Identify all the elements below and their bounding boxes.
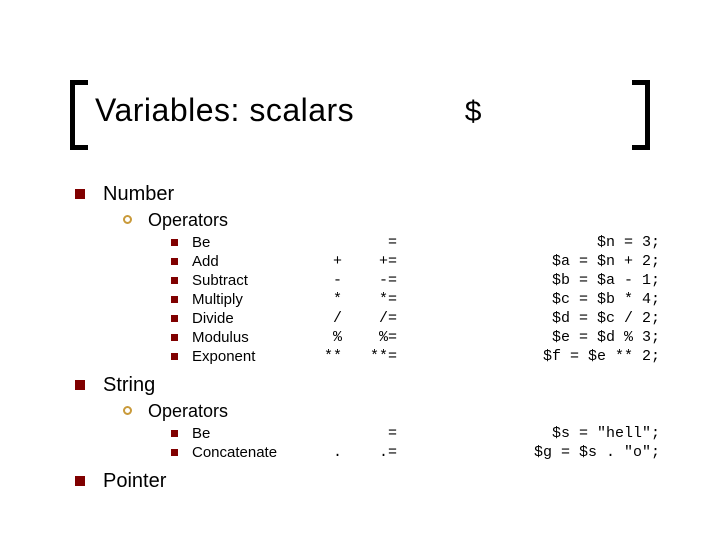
op-symbol: % [302,328,352,347]
bullet-square-icon [75,189,85,199]
section-pointer: Pointer [75,470,680,493]
op-symbol: + [302,252,352,271]
bracket-right [632,80,650,150]
section-label: Pointer [103,470,166,493]
bullet-square-small-icon [171,315,178,322]
bracket-left [70,80,88,150]
title-symbol: $ [464,97,482,131]
subsection-label: Operators [148,401,228,422]
op-symbol: . [302,443,352,462]
bullet-square-small-icon [171,277,178,284]
list-item: Exponent ** **= $f = $e ** 2; [171,347,680,366]
subsection-label: Operators [148,210,228,231]
op-example: $n = 3; [407,233,680,252]
op-name: Be [192,233,302,252]
section-label: Number [103,183,174,206]
op-name: Exponent [192,347,302,366]
list-item: Modulus % %= $e = $d % 3; [171,328,680,347]
subsection-number-operators: Operators [123,210,680,231]
section-label: String [103,374,155,397]
op-assign: = [352,233,407,252]
slide: Variables: scalars $ Number Operators Be… [0,0,720,540]
op-name: Be [192,424,302,443]
op-example: $b = $a - 1; [407,271,680,290]
op-example: $a = $n + 2; [407,252,680,271]
op-symbol: / [302,309,352,328]
bullet-square-small-icon [171,258,178,265]
bullet-square-icon [75,380,85,390]
bullet-square-small-icon [171,334,178,341]
list-item: Add + += $a = $n + 2; [171,252,680,271]
op-example: $s = "hell"; [407,424,680,443]
op-symbol: * [302,290,352,309]
list-item: Subtract - -= $b = $a - 1; [171,271,680,290]
slide-title: Variables: scalars [95,92,354,129]
op-example: $e = $d % 3; [407,328,680,347]
bullet-square-small-icon [171,296,178,303]
op-example: $f = $e ** 2; [407,347,680,366]
bullet-circle-icon [123,215,132,224]
list-item: Be = $s = "hell"; [171,424,680,443]
slide-body: Number Operators Be = $n = 3; Add + += $… [75,175,680,493]
op-name: Multiply [192,290,302,309]
op-assign: *= [352,290,407,309]
list-item: Multiply * *= $c = $b * 4; [171,290,680,309]
bullet-square-small-icon [171,353,178,360]
op-assign: /= [352,309,407,328]
list-item: Concatenate . .= $g = $s . "o"; [171,443,680,462]
list-item: Divide / /= $d = $c / 2; [171,309,680,328]
op-example: $c = $b * 4; [407,290,680,309]
subsection-string-operators: Operators [123,401,680,422]
op-name: Concatenate [192,443,302,462]
op-assign: += [352,252,407,271]
bullet-square-small-icon [171,430,178,437]
number-operator-list: Be = $n = 3; Add + += $a = $n + 2; Subtr… [171,233,680,366]
section-number: Number [75,183,680,206]
op-name: Add [192,252,302,271]
string-operator-list: Be = $s = "hell"; Concatenate . .= $g = … [171,424,680,462]
op-name: Subtract [192,271,302,290]
op-symbol: ** [302,347,352,366]
op-name: Modulus [192,328,302,347]
op-assign: %= [352,328,407,347]
title-row: Variables: scalars $ [95,92,625,131]
bullet-circle-icon [123,406,132,415]
op-symbol: - [302,271,352,290]
op-example: $g = $s . "o"; [407,443,680,462]
op-example: $d = $c / 2; [407,309,680,328]
op-assign: = [352,424,407,443]
bullet-square-small-icon [171,449,178,456]
bullet-square-icon [75,476,85,486]
op-name: Divide [192,309,302,328]
list-item: Be = $n = 3; [171,233,680,252]
op-assign: -= [352,271,407,290]
op-assign: .= [352,443,407,462]
section-string: String [75,374,680,397]
op-assign: **= [352,347,407,366]
bullet-square-small-icon [171,239,178,246]
